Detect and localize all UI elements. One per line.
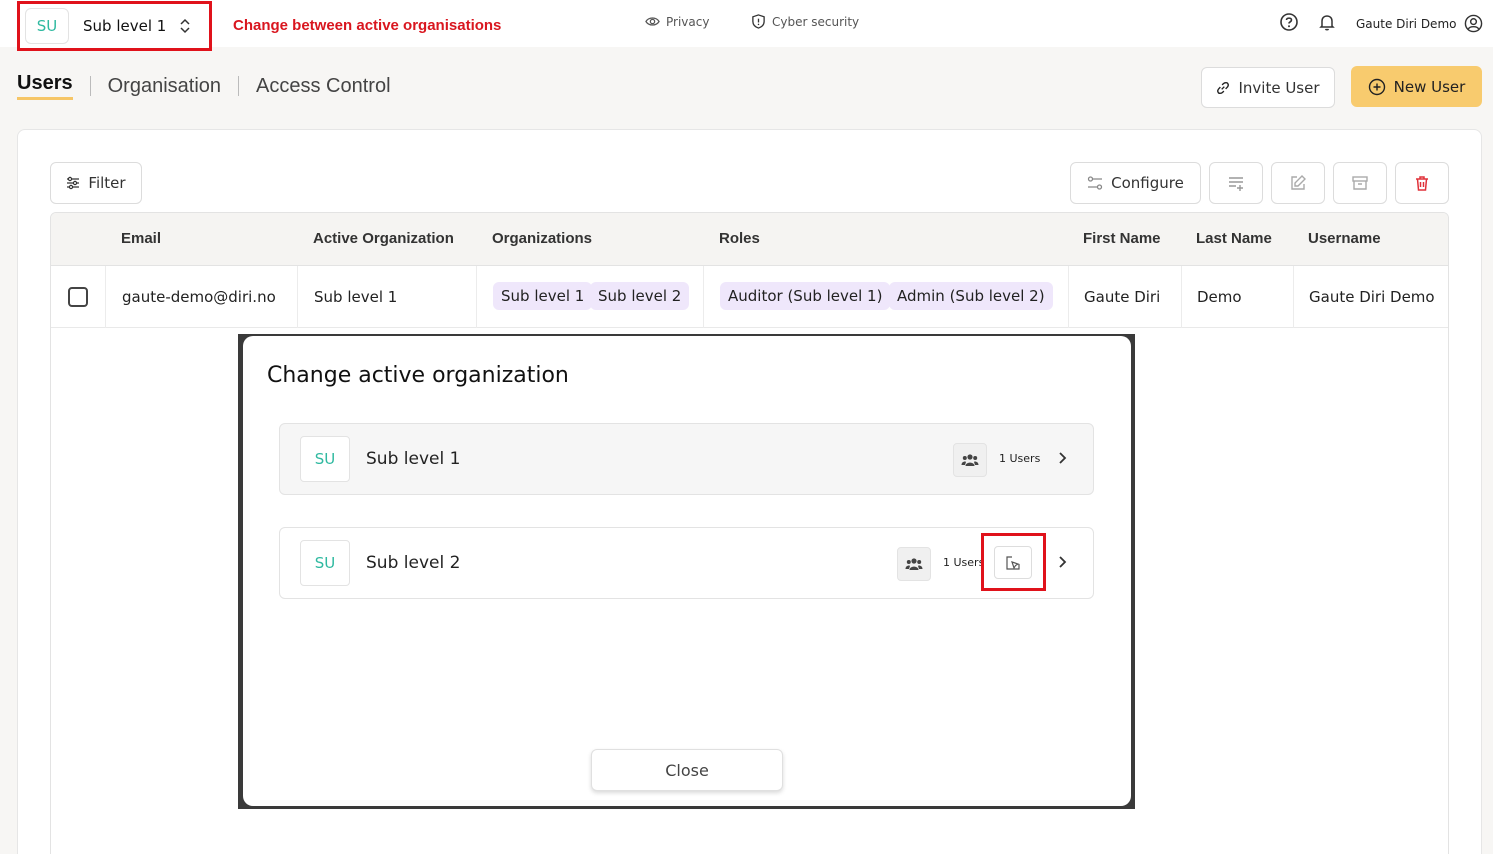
shield-icon — [752, 14, 765, 29]
cell-last-name: Demo — [1197, 288, 1242, 306]
archive-button[interactable] — [1333, 162, 1387, 204]
org-name: Sub level 2 — [366, 553, 461, 573]
chevron-right-icon[interactable] — [1057, 451, 1067, 465]
filter-label: Filter — [88, 174, 126, 192]
org-chip: Sub level 1 — [493, 282, 593, 310]
org-initials-badge: SU — [300, 436, 350, 482]
cursor-select-icon — [1006, 555, 1020, 570]
cell-username: Gaute Diri Demo — [1309, 288, 1435, 306]
org-list-item[interactable]: SU Sub level 2 1 Users — [279, 527, 1094, 599]
org-switcher[interactable]: SU Sub level 1 — [17, 1, 212, 51]
highlight-box — [981, 533, 1046, 591]
trash-icon — [1416, 176, 1428, 191]
org-user-count: 1 Users — [943, 556, 985, 569]
list-add-icon — [1229, 177, 1243, 191]
plus-circle-icon — [1368, 78, 1385, 95]
header-first-name[interactable]: First Name — [1083, 230, 1161, 247]
link-icon — [1217, 81, 1230, 94]
org-chip: Sub level 2 — [590, 282, 690, 310]
user-avatar-icon — [1465, 14, 1483, 33]
tab-divider — [238, 76, 240, 96]
column-divider — [703, 266, 704, 328]
table-header: Email Active Organization Organizations … — [51, 213, 1448, 266]
chevron-up-down-icon — [180, 18, 190, 34]
table-row[interactable]: gaute-demo@diri.no Sub level 1 Sub level… — [51, 266, 1448, 328]
tab-access-control[interactable]: Access Control — [256, 75, 391, 98]
configure-label: Configure — [1111, 174, 1184, 192]
cell-first-name: Gaute Diri — [1084, 288, 1161, 306]
bell-icon[interactable] — [1317, 12, 1337, 32]
configure-button[interactable]: Configure — [1070, 162, 1201, 204]
column-divider — [105, 266, 106, 328]
page-tabs: Users Organisation Access Control — [17, 72, 391, 100]
header-roles[interactable]: Roles — [719, 230, 760, 247]
role-chip: Admin (Sub level 2) — [889, 282, 1053, 310]
column-divider — [1068, 266, 1069, 328]
users-icon-box — [953, 443, 987, 477]
users-icon — [905, 558, 923, 570]
cell-email: gaute-demo@diri.no — [122, 288, 276, 306]
tab-organisation[interactable]: Organisation — [108, 75, 221, 98]
cyber-security-link[interactable]: Cyber security — [751, 14, 859, 29]
header-organizations[interactable]: Organizations — [492, 230, 592, 247]
chevron-right-icon[interactable] — [1057, 555, 1067, 569]
column-divider — [476, 266, 477, 328]
column-divider — [297, 266, 298, 328]
eye-icon — [645, 17, 660, 26]
filter-button[interactable]: Filter — [50, 162, 142, 204]
org-list-item[interactable]: SU Sub level 1 1 Users — [279, 423, 1094, 495]
org-name: Sub level 1 — [366, 449, 461, 469]
org-initials-badge: SU — [300, 540, 350, 586]
column-divider — [1293, 266, 1294, 328]
tab-divider — [89, 76, 91, 96]
column-divider — [1181, 266, 1182, 328]
close-button[interactable]: Close — [591, 749, 783, 791]
select-org-button[interactable] — [994, 546, 1032, 579]
users-icon — [961, 454, 979, 466]
configure-icon — [1087, 176, 1103, 190]
cyber-security-label: Cyber security — [772, 14, 860, 29]
change-org-modal: Change active organization SU Sub level … — [243, 336, 1131, 806]
privacy-label: Privacy — [666, 14, 710, 29]
invite-user-button[interactable]: Invite User — [1201, 67, 1335, 108]
user-menu[interactable]: Gaute Diri Demo — [1356, 14, 1483, 33]
sliders-icon — [67, 176, 80, 190]
delete-button[interactable] — [1395, 162, 1449, 204]
annotation-text: Change between active organisations — [233, 17, 502, 34]
org-user-count: 1 Users — [999, 452, 1041, 465]
privacy-link[interactable]: Privacy — [645, 14, 709, 29]
archive-icon — [1352, 176, 1368, 190]
org-switcher-name: Sub level 1 — [83, 17, 167, 35]
top-bar: SU Sub level 1 Change between active org… — [0, 0, 1493, 51]
header-email[interactable]: Email — [121, 230, 161, 247]
edit-icon — [1291, 175, 1306, 190]
header-last-name[interactable]: Last Name — [1196, 230, 1272, 247]
new-user-label: New User — [1393, 77, 1466, 96]
columns-button[interactable] — [1209, 162, 1263, 204]
header-username[interactable]: Username — [1308, 230, 1381, 247]
user-name: Gaute Diri Demo — [1356, 16, 1457, 31]
row-checkbox[interactable] — [68, 287, 88, 307]
new-user-button[interactable]: New User — [1351, 66, 1482, 107]
cell-active-org: Sub level 1 — [314, 288, 398, 306]
invite-user-label: Invite User — [1238, 78, 1320, 97]
help-icon[interactable] — [1279, 12, 1299, 32]
edit-button[interactable] — [1271, 162, 1325, 204]
org-initials-badge: SU — [25, 8, 69, 44]
users-icon-box — [897, 547, 931, 581]
role-chip: Auditor (Sub level 1) — [720, 282, 891, 310]
modal-title: Change active organization — [267, 363, 569, 388]
tab-users[interactable]: Users — [17, 72, 73, 100]
header-active-organization[interactable]: Active Organization — [313, 230, 454, 247]
